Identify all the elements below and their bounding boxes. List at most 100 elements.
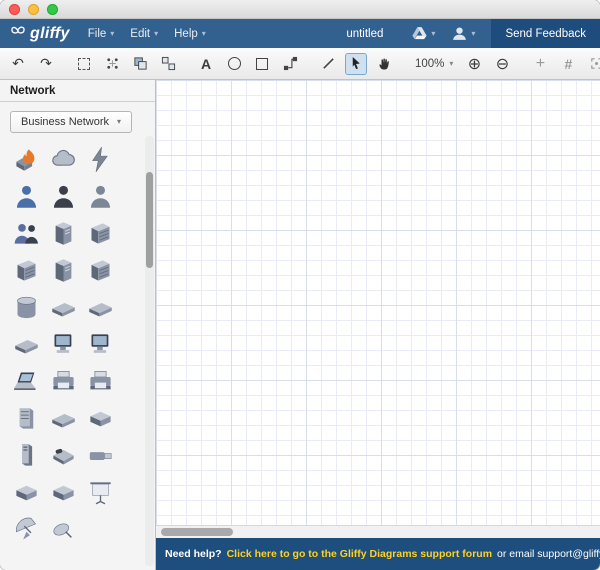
shape-library-panel: Network Business Network ▾: [0, 80, 156, 570]
close-window-button[interactable]: [9, 3, 20, 15]
rack-server-shape[interactable]: [8, 252, 45, 289]
router-shape[interactable]: [82, 289, 119, 326]
usb-drive-shape[interactable]: [82, 437, 119, 474]
app-header: gliffy File ▾ Edit ▾ Help ▾ untitled ▾ ▾…: [0, 19, 600, 48]
firewall-shape[interactable]: [8, 141, 45, 178]
canvas-horizontal-scrollbar[interactable]: [156, 525, 600, 538]
tall-server-shape[interactable]: [45, 252, 82, 289]
app-window: gliffy File ▾ Edit ▾ Help ▾ untitled ▾ ▾…: [0, 0, 600, 570]
canvas-horizontal-scrollbar-thumb[interactable]: [161, 528, 233, 536]
align-button[interactable]: [101, 53, 123, 75]
server-rack-shape[interactable]: [82, 215, 119, 252]
grid-toggle-button[interactable]: #: [557, 53, 579, 75]
external-drive-shape[interactable]: [8, 474, 45, 511]
group-button[interactable]: [129, 53, 151, 75]
menu-file[interactable]: File ▾: [88, 28, 115, 40]
ellipse-tool-button[interactable]: [223, 53, 245, 75]
support-email-text: or email support@gliffy.com: [497, 548, 600, 560]
support-forum-link[interactable]: Click here to go to the Gliffy Diagrams …: [227, 548, 492, 560]
chevron-down-icon: ▾: [117, 117, 122, 126]
ungroup-button[interactable]: [157, 53, 179, 75]
chevron-down-icon: ▾: [201, 28, 206, 38]
minimize-window-button[interactable]: [28, 3, 39, 15]
chevron-down-icon: ▾: [110, 28, 115, 38]
desktop-computer-shape[interactable]: [45, 326, 82, 363]
redo-button[interactable]: ↷: [35, 53, 57, 75]
user-icon: [453, 27, 467, 40]
rect-tool-button[interactable]: [251, 53, 273, 75]
hub-shape[interactable]: [8, 326, 45, 363]
user-dark-shape[interactable]: [45, 178, 82, 215]
rect-tool-icon: [256, 57, 268, 70]
workstation-shape[interactable]: [82, 326, 119, 363]
main-area: Network Business Network ▾ Need help? Cl…: [0, 80, 600, 570]
satellite-dish-shape[interactable]: [8, 511, 45, 548]
need-help-label: Need help?: [165, 548, 222, 560]
ellipse-tool-icon: [227, 57, 241, 70]
chevron-down-icon: ▾: [449, 58, 454, 68]
projection-screen-shape[interactable]: [82, 474, 119, 511]
drawing-canvas[interactable]: [156, 80, 600, 525]
line-tool-icon: [322, 58, 334, 69]
network-switch-shape[interactable]: [45, 400, 82, 437]
snap-icon: [591, 58, 600, 69]
zoom-window-button[interactable]: [47, 3, 58, 15]
shape-grid: [0, 137, 155, 548]
zoom-level-select[interactable]: 100% ▾: [411, 58, 457, 70]
desk-phone-shape[interactable]: [45, 437, 82, 474]
google-drive-button[interactable]: ▾: [411, 25, 435, 42]
snap-button[interactable]: [585, 53, 600, 75]
satellite-shape[interactable]: [45, 511, 82, 548]
storage-shape[interactable]: [45, 474, 82, 511]
toolbar: ↶ ↷ A 100% ▾ ⊕ ⊖ + #: [0, 48, 600, 80]
database-shape[interactable]: [8, 289, 45, 326]
canvas-column: Need help? Click here to go to the Gliff…: [156, 80, 600, 570]
zoom-in-button[interactable]: ⊕: [463, 53, 485, 75]
gliffy-logo: gliffy: [10, 23, 70, 44]
connector-tool-button[interactable]: [279, 53, 301, 75]
grid-add-button[interactable]: +: [529, 53, 551, 75]
server-shape[interactable]: [45, 215, 82, 252]
user-shape[interactable]: [8, 178, 45, 215]
user-gray-shape[interactable]: [82, 178, 119, 215]
server-stack-shape[interactable]: [82, 252, 119, 289]
switch-shape[interactable]: [45, 289, 82, 326]
pointer-tool-icon: [352, 56, 360, 70]
text-tool-button[interactable]: A: [195, 53, 217, 75]
printer-shape[interactable]: [45, 363, 82, 400]
connector-tool-icon: [283, 56, 297, 71]
patch-panel-shape[interactable]: [82, 400, 119, 437]
gliffy-logo-icon: [10, 23, 26, 44]
align-icon: [106, 58, 118, 69]
account-button[interactable]: ▾: [451, 25, 475, 42]
marquee-select-icon: [78, 57, 90, 70]
menu-edit[interactable]: Edit ▾: [130, 28, 158, 40]
server-cabinet-shape[interactable]: [8, 400, 45, 437]
sidebar-scrollbar-thumb[interactable]: [146, 172, 153, 268]
line-tool-button[interactable]: [317, 53, 339, 75]
menu-help[interactable]: Help ▾: [174, 28, 206, 40]
ungroup-icon: [161, 56, 175, 71]
send-feedback-button[interactable]: Send Feedback: [491, 19, 600, 48]
help-bar: Need help? Click here to go to the Gliff…: [156, 538, 600, 570]
titlebar: [0, 0, 600, 19]
google-drive-icon: [412, 27, 427, 40]
lightning-shape[interactable]: [82, 141, 119, 178]
sidebar-scrollbar[interactable]: [145, 136, 154, 566]
group-icon: [133, 57, 147, 70]
chevron-down-icon: ▾: [471, 28, 476, 38]
marquee-select-button[interactable]: [73, 53, 95, 75]
shape-library-title: Network: [0, 80, 155, 102]
laptop-shape[interactable]: [8, 363, 45, 400]
document-title[interactable]: untitled: [346, 28, 383, 40]
users-group-shape[interactable]: [8, 215, 45, 252]
tower-server-shape[interactable]: [8, 437, 45, 474]
zoom-out-button[interactable]: ⊖: [491, 53, 513, 75]
undo-button[interactable]: ↶: [7, 53, 29, 75]
pan-tool-button[interactable]: [373, 53, 395, 75]
chevron-down-icon: ▾: [431, 28, 436, 38]
cloud-shape[interactable]: [45, 141, 82, 178]
copier-shape[interactable]: [82, 363, 119, 400]
pointer-tool-button[interactable]: [345, 52, 367, 75]
shape-category-select[interactable]: Business Network ▾: [10, 111, 133, 133]
